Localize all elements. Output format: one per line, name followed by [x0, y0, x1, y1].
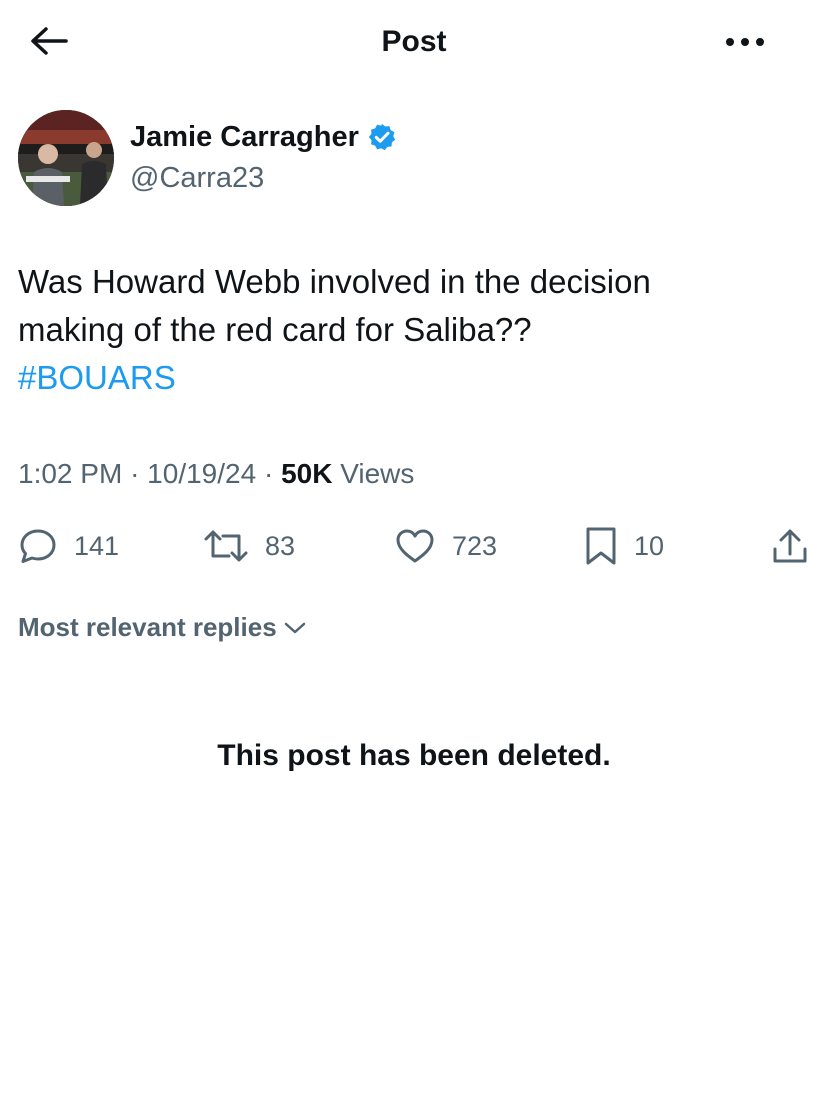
post-screen: Post Jamie Carragher @Carra23 Was Howard…	[0, 0, 828, 1101]
repost-button[interactable]: 83	[203, 522, 295, 570]
hashtag-link[interactable]: #BOUARS	[18, 354, 808, 402]
bookmark-button[interactable]: 10	[584, 522, 664, 570]
reply-button[interactable]: 141	[18, 522, 119, 570]
page-title: Post	[381, 25, 447, 58]
post-date: 10/19/24	[147, 458, 257, 489]
reply-count: 141	[74, 531, 120, 561]
more-icon	[726, 38, 764, 46]
share-button[interactable]	[770, 522, 810, 570]
more-options-button[interactable]	[722, 30, 768, 54]
author-name-text: Jamie Carragher	[130, 121, 359, 153]
share-icon	[773, 529, 807, 563]
verified-badge-icon	[368, 123, 396, 151]
replies-sort-dropdown[interactable]: Most relevant replies	[18, 612, 307, 643]
bookmark-icon	[586, 527, 616, 565]
meta-separator: ·	[130, 458, 140, 489]
views-label: Views	[340, 458, 415, 489]
deleted-post-notice: This post has been deleted.	[217, 739, 611, 772]
post-time: 1:02 PM	[18, 458, 123, 489]
avatar[interactable]	[18, 110, 114, 206]
post-text: Was Howard Webb involved in the decision…	[18, 258, 808, 402]
views-count: 50K	[281, 458, 333, 489]
bookmark-count: 10	[634, 531, 665, 561]
post-text-line-1: Was Howard Webb involved in the decision	[18, 263, 651, 300]
reply-icon	[20, 529, 56, 563]
avatar-photo	[18, 110, 114, 206]
meta-separator: ·	[263, 458, 274, 489]
author-handle[interactable]: @Carra23	[130, 160, 264, 196]
like-count: 723	[452, 531, 498, 561]
post-meta: 1:02 PM · 10/19/24 · 50K Views	[18, 457, 414, 491]
replies-sort-label: Most relevant replies	[18, 612, 277, 642]
repost-count: 83	[265, 531, 296, 561]
like-button[interactable]: 723	[394, 522, 497, 570]
chevron-down-icon	[284, 622, 305, 633]
post-text-line-2: making of the red card for Saliba??	[18, 311, 532, 348]
author-name[interactable]: Jamie Carragher	[130, 119, 397, 155]
repost-icon	[204, 530, 248, 562]
like-icon	[396, 529, 434, 563]
